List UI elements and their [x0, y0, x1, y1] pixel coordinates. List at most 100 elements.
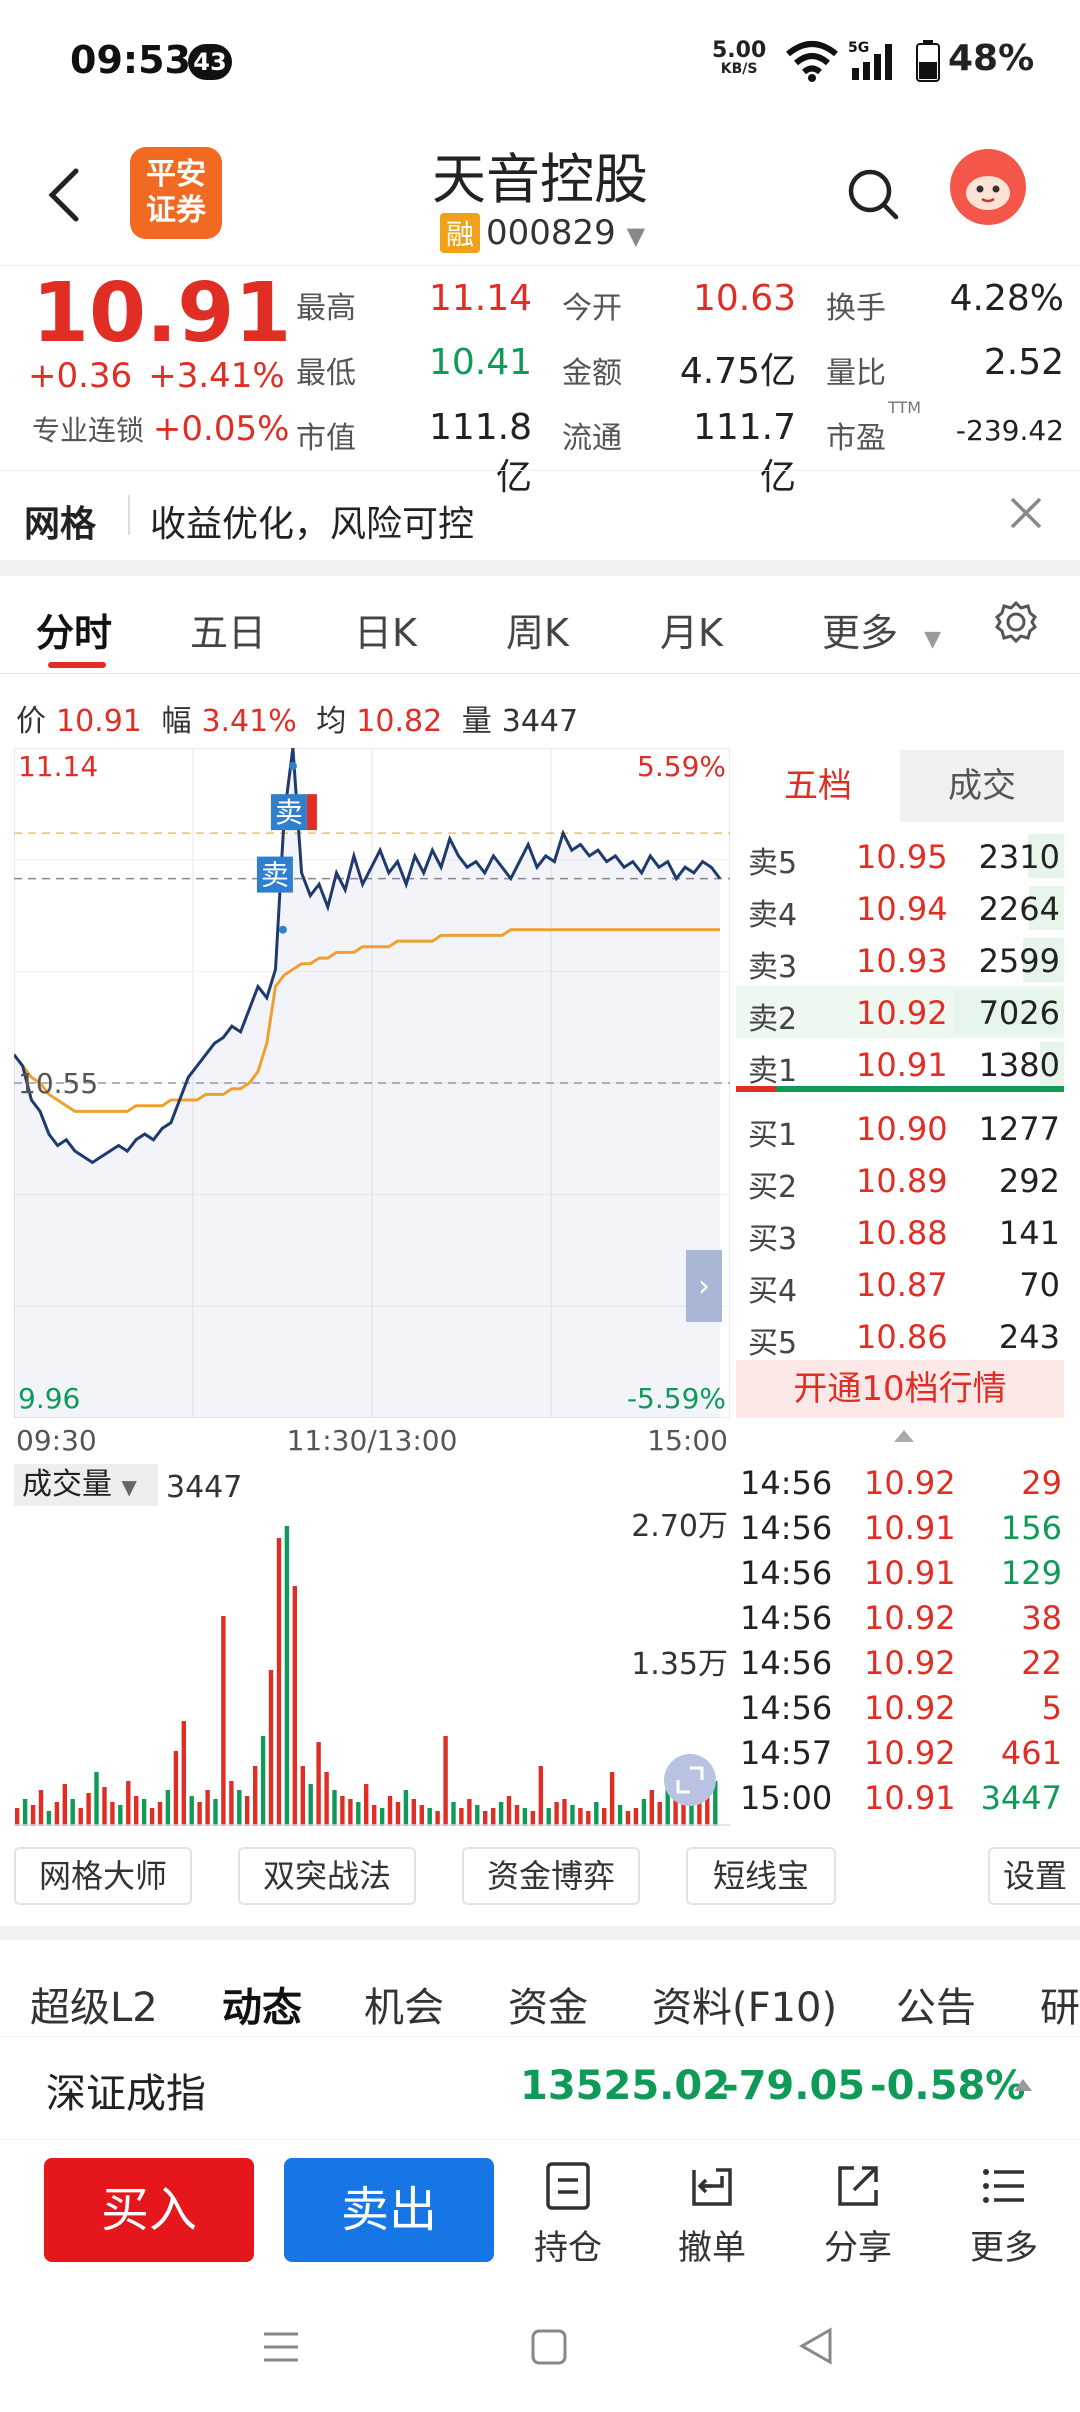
- sell-marker[interactable]: 卖: [256, 856, 293, 893]
- recents-menu-icon[interactable]: [262, 2328, 300, 2366]
- tab-intraday[interactable]: 分时: [36, 602, 112, 657]
- tick-time: 14:56: [740, 1644, 833, 1682]
- volume-bar: [483, 1811, 488, 1826]
- bid-row[interactable]: 买1 10.90 1277: [736, 1102, 1064, 1154]
- tab-research[interactable]: 研: [1040, 1975, 1080, 2033]
- tick-row: 14:56 10.92 5: [740, 1685, 1064, 1730]
- sell-button[interactable]: 卖出: [284, 2158, 494, 2262]
- low-value: 10.41: [428, 342, 532, 383]
- volume-bar: [641, 1799, 647, 1826]
- volume-bar: [427, 1808, 432, 1826]
- volume-bar: [237, 1790, 242, 1826]
- tool-grid-master[interactable]: 网格大师: [14, 1847, 192, 1905]
- ask-row[interactable]: 卖1 10.91 1380: [736, 1038, 1064, 1090]
- tab-five-day[interactable]: 五日: [190, 602, 266, 657]
- close-icon[interactable]: [1006, 493, 1046, 533]
- change-percent: +3.41%: [148, 356, 285, 396]
- open-ten-level-button[interactable]: 开通10档行情: [736, 1360, 1064, 1418]
- battery-icon: [916, 40, 940, 82]
- tab-news[interactable]: 动态: [222, 1975, 302, 2033]
- tick-volume: 22: [1021, 1644, 1062, 1682]
- volume-bar: [403, 1790, 409, 1826]
- ask-volume: 2599: [978, 942, 1060, 980]
- volume-bar: [324, 1772, 329, 1826]
- tool-settings[interactable]: 设置: [988, 1847, 1080, 1905]
- tab-trades[interactable]: 成交: [900, 750, 1064, 822]
- tab-more[interactable]: 更多 ▼: [822, 602, 941, 657]
- caret-up-icon[interactable]: [1012, 2077, 1034, 2093]
- cancel-order-button[interactable]: 撤单: [662, 2160, 762, 2269]
- bid-row[interactable]: 买5 10.86 243: [736, 1310, 1064, 1362]
- sell-marker[interactable]: 卖: [270, 794, 317, 831]
- tick-price: 10.92: [864, 1644, 956, 1682]
- volume-bar: [372, 1805, 377, 1826]
- tick-volume: 5: [1041, 1689, 1062, 1727]
- avatar[interactable]: [948, 147, 1028, 227]
- volume-bar: [562, 1799, 567, 1826]
- bid-row[interactable]: 买2 10.89 292: [736, 1154, 1064, 1206]
- buy-button[interactable]: 买入: [44, 2158, 254, 2262]
- x-label-open: 09:30: [16, 1424, 97, 1457]
- stock-code-selector[interactable]: 融 000829 ▼: [440, 213, 645, 253]
- system-nav-bar: [0, 2290, 1080, 2412]
- volume-bar: [602, 1808, 607, 1826]
- tab-five-level[interactable]: 五档: [736, 750, 900, 822]
- volume-bar: [522, 1808, 528, 1826]
- document-icon: [546, 2162, 590, 2210]
- tab-announcements[interactable]: 公告: [896, 1975, 976, 2033]
- volume-bar: [102, 1787, 107, 1826]
- tab-weekly-k[interactable]: 周K: [506, 602, 569, 657]
- ask-row[interactable]: 卖5 10.95 2310: [736, 830, 1064, 882]
- positions-button[interactable]: 持仓: [518, 2160, 618, 2269]
- indicator-selector[interactable]: 成交量 ▼: [14, 1464, 158, 1506]
- ask-row[interactable]: 卖4 10.94 2264: [736, 882, 1064, 934]
- open-label: 今开: [562, 291, 622, 326]
- fullscreen-button[interactable]: [664, 1754, 716, 1806]
- ask-volume: 2310: [978, 838, 1060, 876]
- search-icon[interactable]: [846, 167, 902, 223]
- chart-period-tabs: 分时 五日 日K 周K 月K 更多 ▼: [0, 578, 1080, 674]
- tool-double-breakout[interactable]: 双突战法: [238, 1847, 416, 1905]
- indicator-label: 成交量: [22, 1467, 112, 1502]
- tick-time: 14:57: [740, 1734, 833, 1772]
- tool-short-term[interactable]: 短线宝: [686, 1847, 836, 1905]
- back-triangle-icon[interactable]: [796, 2326, 836, 2366]
- share-icon: [838, 2166, 878, 2206]
- ask-row[interactable]: 卖2 10.92 7026: [736, 986, 1064, 1038]
- more-button[interactable]: 更多: [954, 2160, 1054, 2269]
- intraday-price-chart[interactable]: 卖卖 11.14 10.55 9.96 5.59% -5.59% ›: [14, 748, 730, 1418]
- caret-up-icon[interactable]: [892, 1428, 916, 1444]
- volume-chart[interactable]: 2.70万 1.35万: [14, 1510, 730, 1826]
- tick-row: 14:57 10.92 461: [740, 1730, 1064, 1775]
- tab-f10[interactable]: 资料(F10): [652, 1975, 837, 2033]
- bid-volume: 141: [998, 1214, 1060, 1252]
- volume-bar: [213, 1799, 218, 1826]
- tab-daily-k[interactable]: 日K: [354, 602, 417, 657]
- volume-bar: [260, 1736, 266, 1826]
- tab-capital[interactable]: 资金: [508, 1975, 588, 2033]
- signal-5g-icon: 5G: [848, 40, 892, 80]
- volume-ratio-value: 2.52: [983, 342, 1064, 383]
- settings-gear-icon[interactable]: [994, 600, 1038, 644]
- share-button[interactable]: 分享: [808, 2160, 908, 2269]
- trade-point: [288, 762, 297, 770]
- tab-super-l2[interactable]: 超级L2: [30, 1975, 158, 2033]
- info-amp-label: 幅: [161, 704, 192, 739]
- tick-price: 10.92: [864, 1599, 956, 1637]
- volume-bar: [22, 1799, 28, 1826]
- ask-row[interactable]: 卖3 10.93 2599: [736, 934, 1064, 986]
- tool-capital-game[interactable]: 资金博弈: [462, 1847, 640, 1905]
- index-name: 深证成指: [46, 2071, 206, 2117]
- grid-promo-banner[interactable]: 网格 收益优化，风险可控: [0, 470, 1080, 560]
- bid-price: 10.86: [856, 1318, 948, 1356]
- tab-monthly-k[interactable]: 月K: [660, 602, 723, 657]
- index-ticker[interactable]: 深证成指 13525.02 -79.05 -0.58%: [0, 2036, 1080, 2140]
- ask-price: 10.92: [856, 994, 948, 1032]
- home-square-icon[interactable]: [530, 2328, 568, 2366]
- bid-row[interactable]: 买4 10.87 70: [736, 1258, 1064, 1310]
- sector-change[interactable]: 专业连锁 +0.05%: [32, 409, 289, 449]
- volume-bar: [181, 1721, 186, 1826]
- bid-row[interactable]: 买3 10.88 141: [736, 1206, 1064, 1258]
- tab-opportunity[interactable]: 机会: [364, 1975, 444, 2033]
- caret-down-icon: ▼: [121, 1475, 137, 1499]
